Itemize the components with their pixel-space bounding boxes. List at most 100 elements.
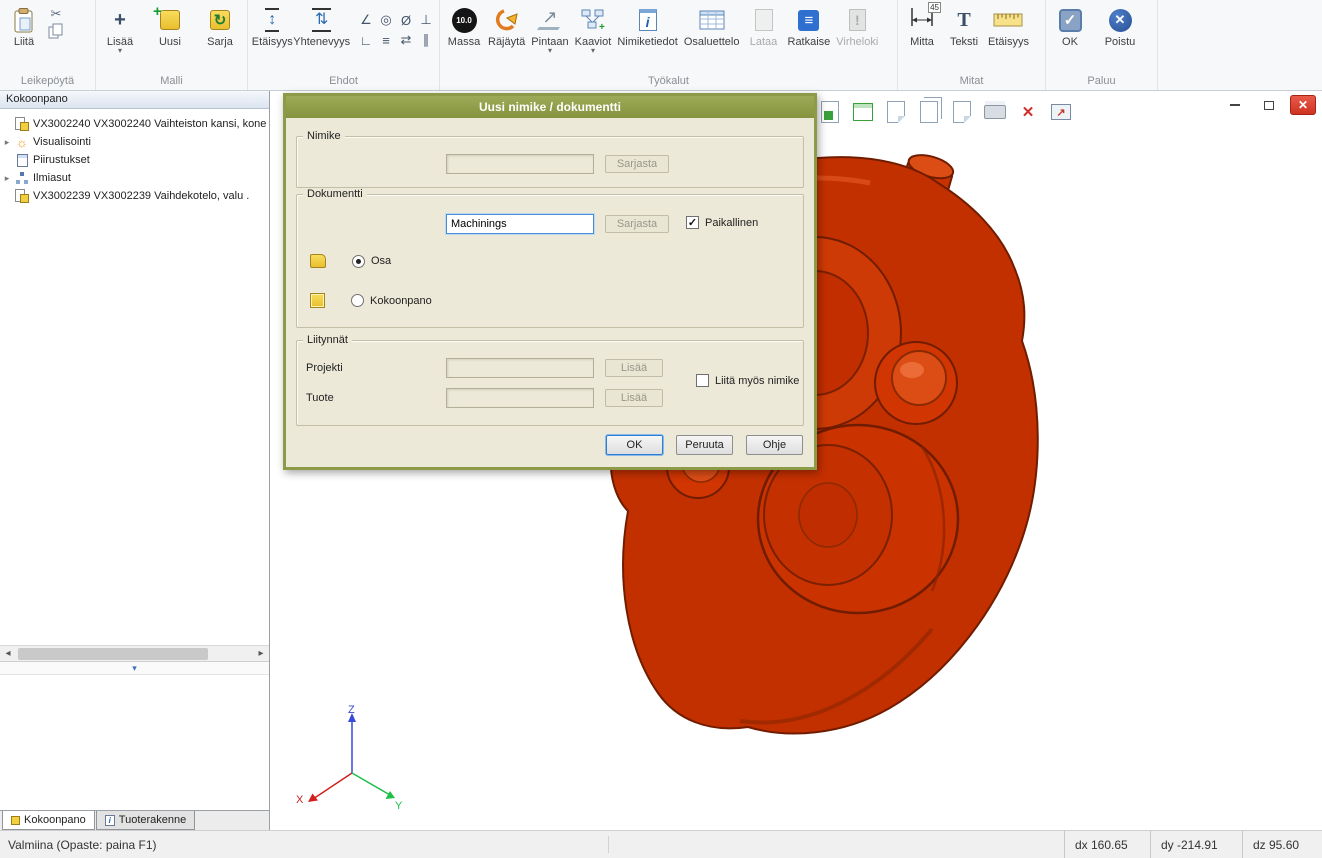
panel-splitter[interactable]: ▾ xyxy=(0,661,269,674)
paste-icon xyxy=(12,5,36,35)
links-group-label: Liitynnät xyxy=(303,334,352,346)
new-part-icon: + xyxy=(160,10,180,30)
axes-triad: Z X Y xyxy=(290,703,410,818)
tree-item-label: Visualisointi xyxy=(33,136,91,148)
close-button[interactable]: ✕ xyxy=(1290,95,1316,115)
group-label-return: Paluu xyxy=(1046,74,1157,90)
table-green-icon[interactable] xyxy=(851,99,875,125)
add-icon: + xyxy=(114,5,126,35)
copy-icon[interactable] xyxy=(48,23,64,42)
panel-tabs: Kokoonpano i Tuoterakenne xyxy=(0,810,269,830)
group-label-dimensions: Mitat xyxy=(898,74,1045,90)
horizontal-scrollbar[interactable]: ◂ ▸ xyxy=(0,645,269,661)
ribbon-group-tools: 10.0 Massa Räjäytä ↗ Pintaan ▾ + Kaaviot… xyxy=(440,0,898,90)
dialog-ok-button[interactable]: OK xyxy=(606,435,663,455)
tree-item-root-assembly[interactable]: VX3002240 VX3002240 Vaihteiston kansi, k… xyxy=(0,115,269,133)
ribbon-group-dimensions: 45 Mitta T Teksti Etäisyys Mitat xyxy=(898,0,1046,90)
paste-label: Liitä xyxy=(14,36,34,48)
mass-button[interactable]: 10.0 Massa xyxy=(443,2,485,48)
document-from-series-button: Sarjasta xyxy=(605,215,669,233)
add-button[interactable]: + Lisää ▾ xyxy=(99,2,141,54)
to-surface-button[interactable]: ↗ Pintaan ▾ xyxy=(528,2,571,54)
document-icon[interactable] xyxy=(884,99,908,125)
coincidence-button[interactable]: ⇅ Yhtenevyys xyxy=(293,2,350,48)
product-label: Tuote xyxy=(306,392,334,404)
dialog-help-button[interactable]: Ohje xyxy=(746,435,803,455)
explode-label: Räjäytä xyxy=(488,36,525,48)
parallel-constraint-icon[interactable]: ≡ xyxy=(376,30,396,50)
splitter-collapse-icon[interactable]: ▾ xyxy=(132,663,137,674)
assembly-radio[interactable] xyxy=(351,294,364,307)
project-add-button: Lisää xyxy=(605,359,663,377)
solve-button[interactable]: ≡ Ratkaise xyxy=(785,2,834,48)
drawings-icon xyxy=(17,154,28,167)
tab-assembly[interactable]: Kokoonpano xyxy=(2,811,95,830)
ok-check-icon: ✓ xyxy=(1059,9,1082,32)
expand-icon[interactable]: ▸ xyxy=(0,173,14,184)
angle-constraint-icon[interactable]: ∠ xyxy=(356,10,376,30)
item-code-input[interactable] xyxy=(446,154,594,174)
dialog-titlebar[interactable]: Uusi nimike / dokumentti xyxy=(286,96,814,118)
tree-item-label: VX3002240 VX3002240 Vaihteiston kansi, k… xyxy=(33,118,266,130)
distance-constraint-button[interactable]: ↕ Etäisyys xyxy=(251,2,293,48)
solve-label: Ratkaise xyxy=(788,36,831,48)
parts-list-icon xyxy=(699,5,725,35)
exit-button[interactable]: ✕ Poistu xyxy=(1099,2,1141,48)
assembly-radio-label: Kokoonpano xyxy=(370,295,432,307)
project-input[interactable] xyxy=(446,358,594,378)
paste-button[interactable]: Liitä xyxy=(3,2,45,48)
local-checkbox-label: Paikallinen xyxy=(705,217,758,229)
minimize-button[interactable] xyxy=(1222,95,1248,115)
right-angle-constraint-icon[interactable]: ∟ xyxy=(356,30,376,50)
delete-icon[interactable]: ✕ xyxy=(1016,99,1040,125)
diagrams-button[interactable]: + Kaaviot ▾ xyxy=(572,2,615,54)
swap-constraint-icon[interactable]: ⇄ xyxy=(396,30,416,50)
measure-distance-button[interactable]: Etäisyys xyxy=(985,2,1032,48)
axis-z-label: Z xyxy=(348,704,355,716)
coincidence-icon: ⇅ xyxy=(312,8,331,32)
series-button[interactable]: ↻ Sarja xyxy=(199,2,241,48)
page-curl-icon[interactable] xyxy=(950,99,974,125)
group-label-tools: Työkalut xyxy=(440,74,897,90)
tree-item-appearances[interactable]: ▸ Ilmiasut xyxy=(0,169,269,187)
perpendicular-constraint-icon[interactable]: ⊥ xyxy=(416,10,436,30)
local-checkbox[interactable]: ✓ xyxy=(686,216,699,229)
concentric-constraint-icon[interactable]: ◎ xyxy=(376,10,396,30)
tree-item-visualization[interactable]: ▸ ☼ Visualisointi xyxy=(0,133,269,151)
tab-product-structure[interactable]: i Tuoterakenne xyxy=(96,811,195,830)
diameter-constraint-icon[interactable]: Ø xyxy=(396,10,416,30)
export-icon[interactable]: ↗ xyxy=(1049,99,1073,125)
link-item-checkbox-row: Liitä myös nimike xyxy=(696,374,799,387)
group-label-clipboard: Leikepöytä xyxy=(0,74,95,90)
dialog-cancel-button[interactable]: Peruuta xyxy=(676,435,733,455)
explode-button[interactable]: Räjäytä xyxy=(485,2,528,48)
scroll-right-icon[interactable]: ▸ xyxy=(253,646,269,662)
parts-list-button[interactable]: Osaluettelo xyxy=(681,2,743,48)
assembly-doc-icon xyxy=(15,117,29,131)
copy-document-icon[interactable] xyxy=(917,99,941,125)
parallel2-constraint-icon[interactable]: ∥ xyxy=(416,30,436,50)
product-input[interactable] xyxy=(446,388,594,408)
restore-button[interactable] xyxy=(1256,95,1282,115)
scroll-left-icon[interactable]: ◂ xyxy=(0,646,16,662)
print-icon[interactable] xyxy=(983,99,1007,125)
new-button[interactable]: + Uusi xyxy=(149,2,191,48)
ribbon: Liitä ✂ Leikepöytä + Lisää ▾ + Uusi ↻ xyxy=(0,0,1322,91)
expand-icon[interactable]: ▸ xyxy=(0,137,14,148)
link-item-checkbox[interactable] xyxy=(696,374,709,387)
scrollbar-thumb[interactable] xyxy=(18,648,208,660)
part-radio[interactable] xyxy=(352,255,365,268)
cut-icon[interactable]: ✂ xyxy=(51,7,62,20)
sheet-new-icon[interactable] xyxy=(818,99,842,125)
part-doc-icon xyxy=(15,189,29,203)
tree-item-drawings[interactable]: Piirustukset xyxy=(0,151,269,169)
document-name-input[interactable] xyxy=(446,214,594,234)
item-info-button[interactable]: i Nimiketiedot xyxy=(614,2,681,48)
tree-item-sub-part[interactable]: VX3002239 VX3002239 Vaihdekotelo, valu . xyxy=(0,187,269,205)
coincidence-label: Yhtenevyys xyxy=(293,36,350,48)
mass-icon: 10.0 xyxy=(452,8,477,33)
ok-ribbon-button[interactable]: ✓ OK xyxy=(1049,2,1091,48)
dimension-button[interactable]: 45 Mitta xyxy=(901,2,943,48)
series-icon: ↻ xyxy=(210,10,230,30)
text-button[interactable]: T Teksti xyxy=(943,2,985,48)
